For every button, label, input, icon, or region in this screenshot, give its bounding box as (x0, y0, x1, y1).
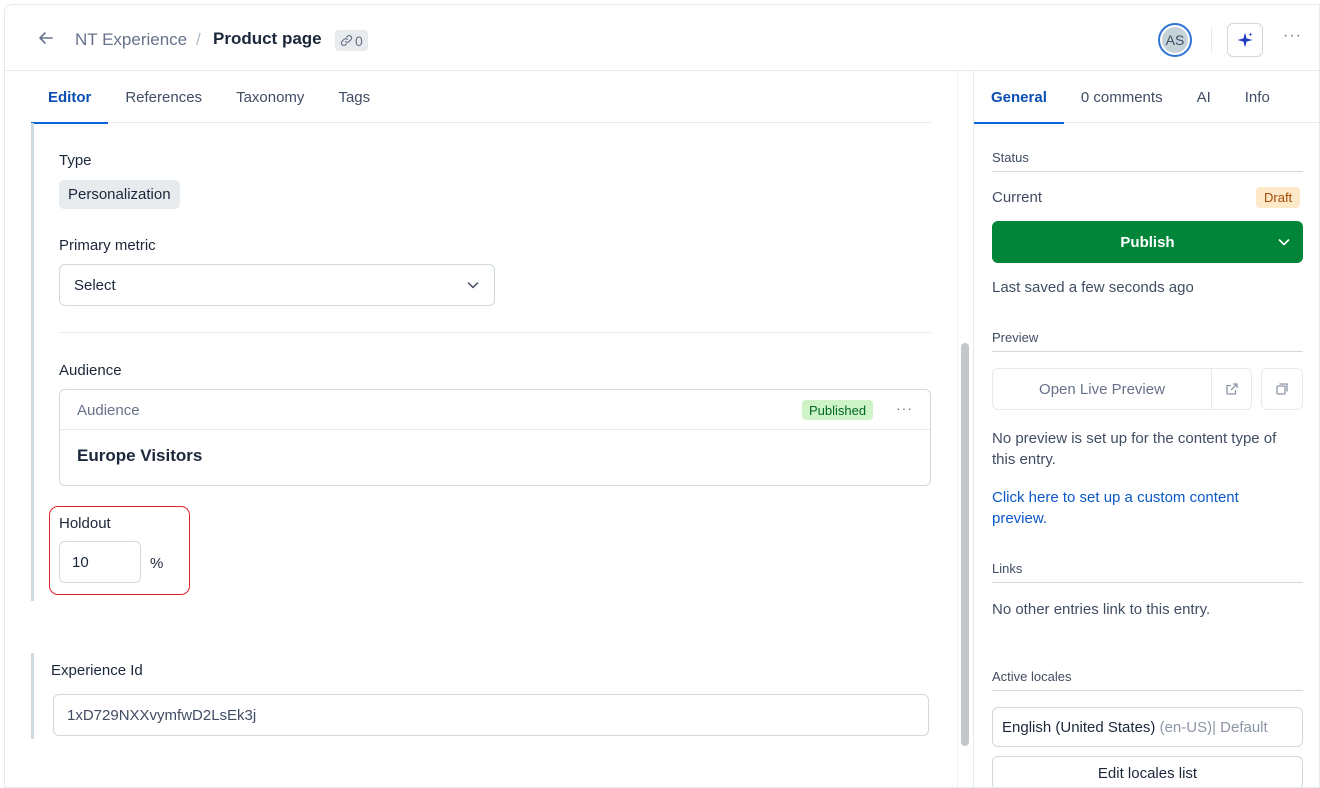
edit-locales-button[interactable]: Edit locales list (992, 756, 1303, 787)
copy-icon (1276, 383, 1288, 395)
no-preview-text: No preview is set up for the content typ… (992, 430, 1277, 468)
chevron-down-icon[interactable] (1277, 235, 1291, 249)
tab-comments[interactable]: 0 comments (1064, 71, 1180, 123)
editor-tabs: Editor References Taxonomy Tags (31, 71, 931, 124)
tab-references[interactable]: References (108, 71, 219, 123)
entry-header: NT Experience / Product page 0 AS ··· (5, 5, 1319, 71)
tab-taxonomy[interactable]: Taxonomy (219, 71, 321, 123)
tab-editor[interactable]: Editor (31, 71, 109, 124)
avatar[interactable]: AS (1158, 23, 1192, 57)
audience-label: Audience (59, 362, 122, 379)
links-text: No other entries link to this entry. (992, 601, 1211, 618)
page-title: Product page (213, 29, 322, 48)
draft-status-badge: Draft (1256, 187, 1301, 208)
open-live-preview-label: Open Live Preview (1039, 381, 1165, 398)
tab-info[interactable]: Info (1228, 71, 1287, 123)
active-locale-item: English (United States) (en-US)| Default (992, 707, 1303, 747)
locale-code: (en-US)| Default (1159, 718, 1268, 736)
experience-id-input[interactable]: 1xD729NXXvymfwD2LsEk3j (53, 694, 929, 736)
holdout-unit: % (150, 555, 164, 572)
current-status-label: Current (992, 189, 1043, 206)
audience-more-icon[interactable]: ··· (896, 400, 913, 416)
arrow-left-icon[interactable] (37, 29, 55, 47)
active-locales-heading: Active locales (992, 669, 1303, 691)
audience-reference-card[interactable]: Audience Published ··· Europe Visitors (59, 389, 931, 486)
status-heading: Status (992, 150, 1303, 172)
more-options-icon[interactable]: ··· (1283, 27, 1302, 45)
tab-ai[interactable]: AI (1180, 71, 1228, 123)
field-group-indicator (31, 653, 34, 739)
audience-value[interactable]: Europe Visitors (77, 446, 202, 466)
breadcrumb-separator: / (196, 30, 201, 49)
experience-id-label: Experience Id (51, 662, 143, 679)
preview-heading: Preview (992, 330, 1303, 352)
app-frame: NT Experience / Product page 0 AS ··· Ed… (4, 4, 1320, 788)
tab-tags[interactable]: Tags (321, 71, 387, 123)
copy-preview-button[interactable] (1261, 368, 1303, 410)
sparkle-icon (1237, 32, 1253, 48)
type-label: Type (59, 152, 92, 169)
breadcrumb-parent[interactable]: NT Experience (75, 30, 187, 50)
audience-card-title: Audience (77, 402, 140, 419)
last-saved-text: Last saved a few seconds ago (992, 279, 1194, 296)
field-divider (59, 332, 931, 333)
primary-metric-value: Select (74, 276, 116, 294)
publish-label: Publish (1120, 233, 1175, 251)
editor-scrollbar-thumb[interactable] (961, 343, 969, 746)
references-count: 0 (355, 32, 363, 49)
open-live-preview-button[interactable]: Open Live Preview (992, 368, 1252, 410)
status-badge: Published (802, 400, 874, 420)
field-group-indicator (31, 123, 34, 601)
holdout-label: Holdout (59, 515, 111, 532)
references-badge[interactable]: 0 (335, 30, 368, 51)
setup-preview-link[interactable]: Click here to set up a custom content pr… (992, 487, 1292, 529)
primary-metric-select[interactable]: Select (59, 264, 495, 306)
external-link-icon[interactable] (1211, 369, 1252, 409)
entry-sidebar: General 0 comments AI Info Status Curren… (973, 71, 1319, 787)
holdout-input[interactable]: 10 (59, 541, 141, 583)
primary-metric-label: Primary metric (59, 237, 156, 254)
type-value-chip: Personalization (59, 180, 180, 209)
publish-button[interactable]: Publish (992, 221, 1303, 263)
link-icon (340, 35, 353, 46)
audience-card-header: Audience Published ··· (60, 390, 930, 430)
links-heading: Links (992, 561, 1303, 583)
chevron-down-icon (467, 282, 479, 289)
ai-assistant-button[interactable] (1227, 23, 1263, 57)
sidebar-tabs: General 0 comments AI Info (974, 71, 1319, 124)
header-divider (1211, 27, 1212, 53)
tab-general[interactable]: General (974, 71, 1064, 124)
locale-name: English (United States) (1002, 718, 1156, 736)
